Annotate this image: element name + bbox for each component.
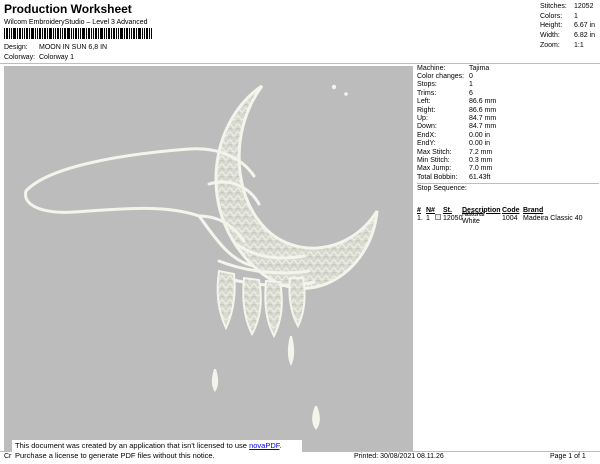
stat-label: Stitches: bbox=[540, 3, 567, 11]
colorway-label: Colorway: bbox=[4, 54, 36, 61]
barcode bbox=[4, 28, 152, 39]
stat-zoom: Zoom: 1:1 bbox=[540, 40, 598, 50]
stop-sequence-table: # N# St. Description Code Brand 1. 1 120… bbox=[417, 206, 599, 226]
info-value: 0.00 in bbox=[469, 131, 491, 139]
info-endx: EndX: 0.00 in bbox=[417, 131, 599, 139]
stat-value: 6.67 in bbox=[574, 22, 596, 30]
info-value: 6 bbox=[469, 89, 473, 97]
info-machine: Machine: Tajima bbox=[417, 64, 599, 72]
info-left: Left: 86.6 mm bbox=[417, 98, 599, 106]
color-swatch-icon bbox=[435, 214, 441, 220]
colorway-meta: Colorway: Colorway 1 bbox=[4, 54, 74, 61]
info-label: Stops: bbox=[417, 81, 437, 89]
col-header: Code bbox=[502, 206, 520, 214]
footer-cr: Cr bbox=[4, 453, 12, 460]
info-value: 0 bbox=[469, 73, 473, 81]
info-value: 7.2 mm bbox=[469, 148, 493, 156]
col-header: # bbox=[417, 206, 421, 214]
header-stats: Stitches: 12052 Colors: 1 Height: 6.67 in W… bbox=[540, 2, 598, 50]
info-label: EndY: bbox=[417, 140, 436, 148]
table-row: 1. 1 12050 Natural White 1004 Madeira Cl… bbox=[417, 211, 599, 225]
info-value: 84.7 mm bbox=[469, 115, 497, 123]
stat-colors: Colors: 1 bbox=[540, 12, 598, 22]
notice-text: . bbox=[279, 441, 282, 450]
cell-n: 1 bbox=[426, 214, 430, 222]
info-value: 86.6 mm bbox=[469, 106, 497, 114]
info-value: 0.00 in bbox=[469, 140, 491, 148]
info-stops: Stops: 1 bbox=[417, 81, 599, 89]
info-label: Right: bbox=[417, 106, 436, 114]
info-right: Right: 86.6 mm bbox=[417, 106, 599, 114]
stat-stitches: Stitches: 12052 bbox=[540, 2, 598, 12]
stat-value: 1:1 bbox=[574, 41, 584, 49]
stop-sequence-label: Stop Sequence: bbox=[417, 183, 599, 192]
info-up: Up: 84.7 mm bbox=[417, 114, 599, 122]
colorway-value: Colorway 1 bbox=[39, 54, 75, 61]
notice-text: This document was created by an applicat… bbox=[15, 441, 250, 450]
stat-label: Height: bbox=[540, 22, 563, 30]
cell-description: Natural White bbox=[462, 211, 485, 225]
cell-code: 1004 bbox=[502, 214, 518, 222]
machine-info-panel: Machine: Tajima Color changes: 0 Stops: 1 T… bbox=[417, 64, 599, 192]
moon-dots bbox=[331, 84, 348, 96]
color-swatch-cell bbox=[435, 214, 443, 222]
info-label: Max Jump: bbox=[417, 165, 452, 173]
info-total-bobbin: Total Bobbin: 61.43ft bbox=[417, 173, 599, 181]
design-meta: Design: MOON IN SUN 6,8 IN bbox=[4, 44, 107, 51]
info-label: Up: bbox=[417, 115, 428, 123]
info-value: 0.3 mm bbox=[469, 156, 493, 164]
info-label: Machine: bbox=[417, 64, 446, 72]
embroidery-design-image bbox=[24, 84, 379, 430]
info-label: Min Stitch: bbox=[417, 156, 450, 164]
design-label: Design: bbox=[4, 44, 28, 51]
info-label: EndX: bbox=[417, 131, 437, 139]
novapdf-link[interactable]: novaPDF bbox=[249, 441, 279, 450]
cell-brand: Madeira Classic 40 bbox=[523, 214, 583, 222]
col-header: Brand bbox=[523, 206, 544, 214]
cell-num: 1. bbox=[417, 214, 423, 222]
design-value: MOON IN SUN 6,8 IN bbox=[39, 44, 108, 51]
info-color-changes: Color changes: 0 bbox=[417, 72, 599, 80]
stat-label: Zoom: bbox=[540, 41, 560, 49]
lace-drips bbox=[216, 269, 306, 339]
info-value: 84.7 mm bbox=[469, 123, 497, 131]
info-min-stitch: Min Stitch: 0.3 mm bbox=[417, 156, 599, 164]
info-max-stitch: Max Stitch: 7.2 mm bbox=[417, 148, 599, 156]
stat-width: Width: 6.82 in bbox=[540, 31, 598, 41]
stat-value: 1 bbox=[574, 12, 578, 20]
info-label: Down: bbox=[417, 123, 437, 131]
col-header: St. bbox=[443, 206, 452, 214]
falling-drops bbox=[211, 336, 320, 430]
design-preview bbox=[4, 66, 413, 452]
table-header: # N# St. Description Code Brand bbox=[417, 206, 599, 214]
cell-stitches: 12050 bbox=[443, 214, 463, 222]
page-title: Production Worksheet bbox=[4, 2, 132, 16]
info-label: Max Stitch: bbox=[417, 148, 452, 156]
col-header: N# bbox=[426, 206, 435, 214]
stat-label: Width: bbox=[540, 32, 560, 40]
stat-value: 12052 bbox=[574, 3, 594, 11]
info-value: 86.6 mm bbox=[469, 98, 497, 106]
info-endy: EndY: 0.00 in bbox=[417, 140, 599, 148]
notice-line-1: This document was created by an applicat… bbox=[15, 441, 299, 451]
info-trims: Trims: 6 bbox=[417, 89, 599, 97]
stat-height: Height: 6.67 in bbox=[540, 21, 598, 31]
info-label: Trims: bbox=[417, 89, 437, 97]
info-value: 61.43ft bbox=[469, 173, 491, 181]
printed-date: Printed: 30/08/2021 08.11.26 bbox=[354, 453, 444, 460]
page-number: Page 1 of 1 bbox=[550, 453, 586, 460]
info-label: Color changes: bbox=[417, 73, 465, 81]
stat-value: 6.82 in bbox=[574, 32, 596, 40]
info-value: 1 bbox=[469, 81, 473, 89]
stat-label: Colors: bbox=[540, 12, 563, 20]
info-label: Left: bbox=[417, 98, 431, 106]
info-down: Down: 84.7 mm bbox=[417, 123, 599, 131]
info-label: Total Bobbin: bbox=[417, 173, 458, 181]
info-value: 7.0 mm bbox=[469, 165, 493, 173]
notice-line-2: Purchase a license to generate PDF files… bbox=[15, 451, 215, 460]
license-notice: This document was created by an applicat… bbox=[12, 440, 302, 464]
info-max-jump: Max Jump: 7.0 mm bbox=[417, 165, 599, 173]
info-value: Tajima bbox=[469, 64, 490, 72]
software-name: Wilcom EmbroideryStudio – Level 3 Advanc… bbox=[4, 19, 148, 26]
